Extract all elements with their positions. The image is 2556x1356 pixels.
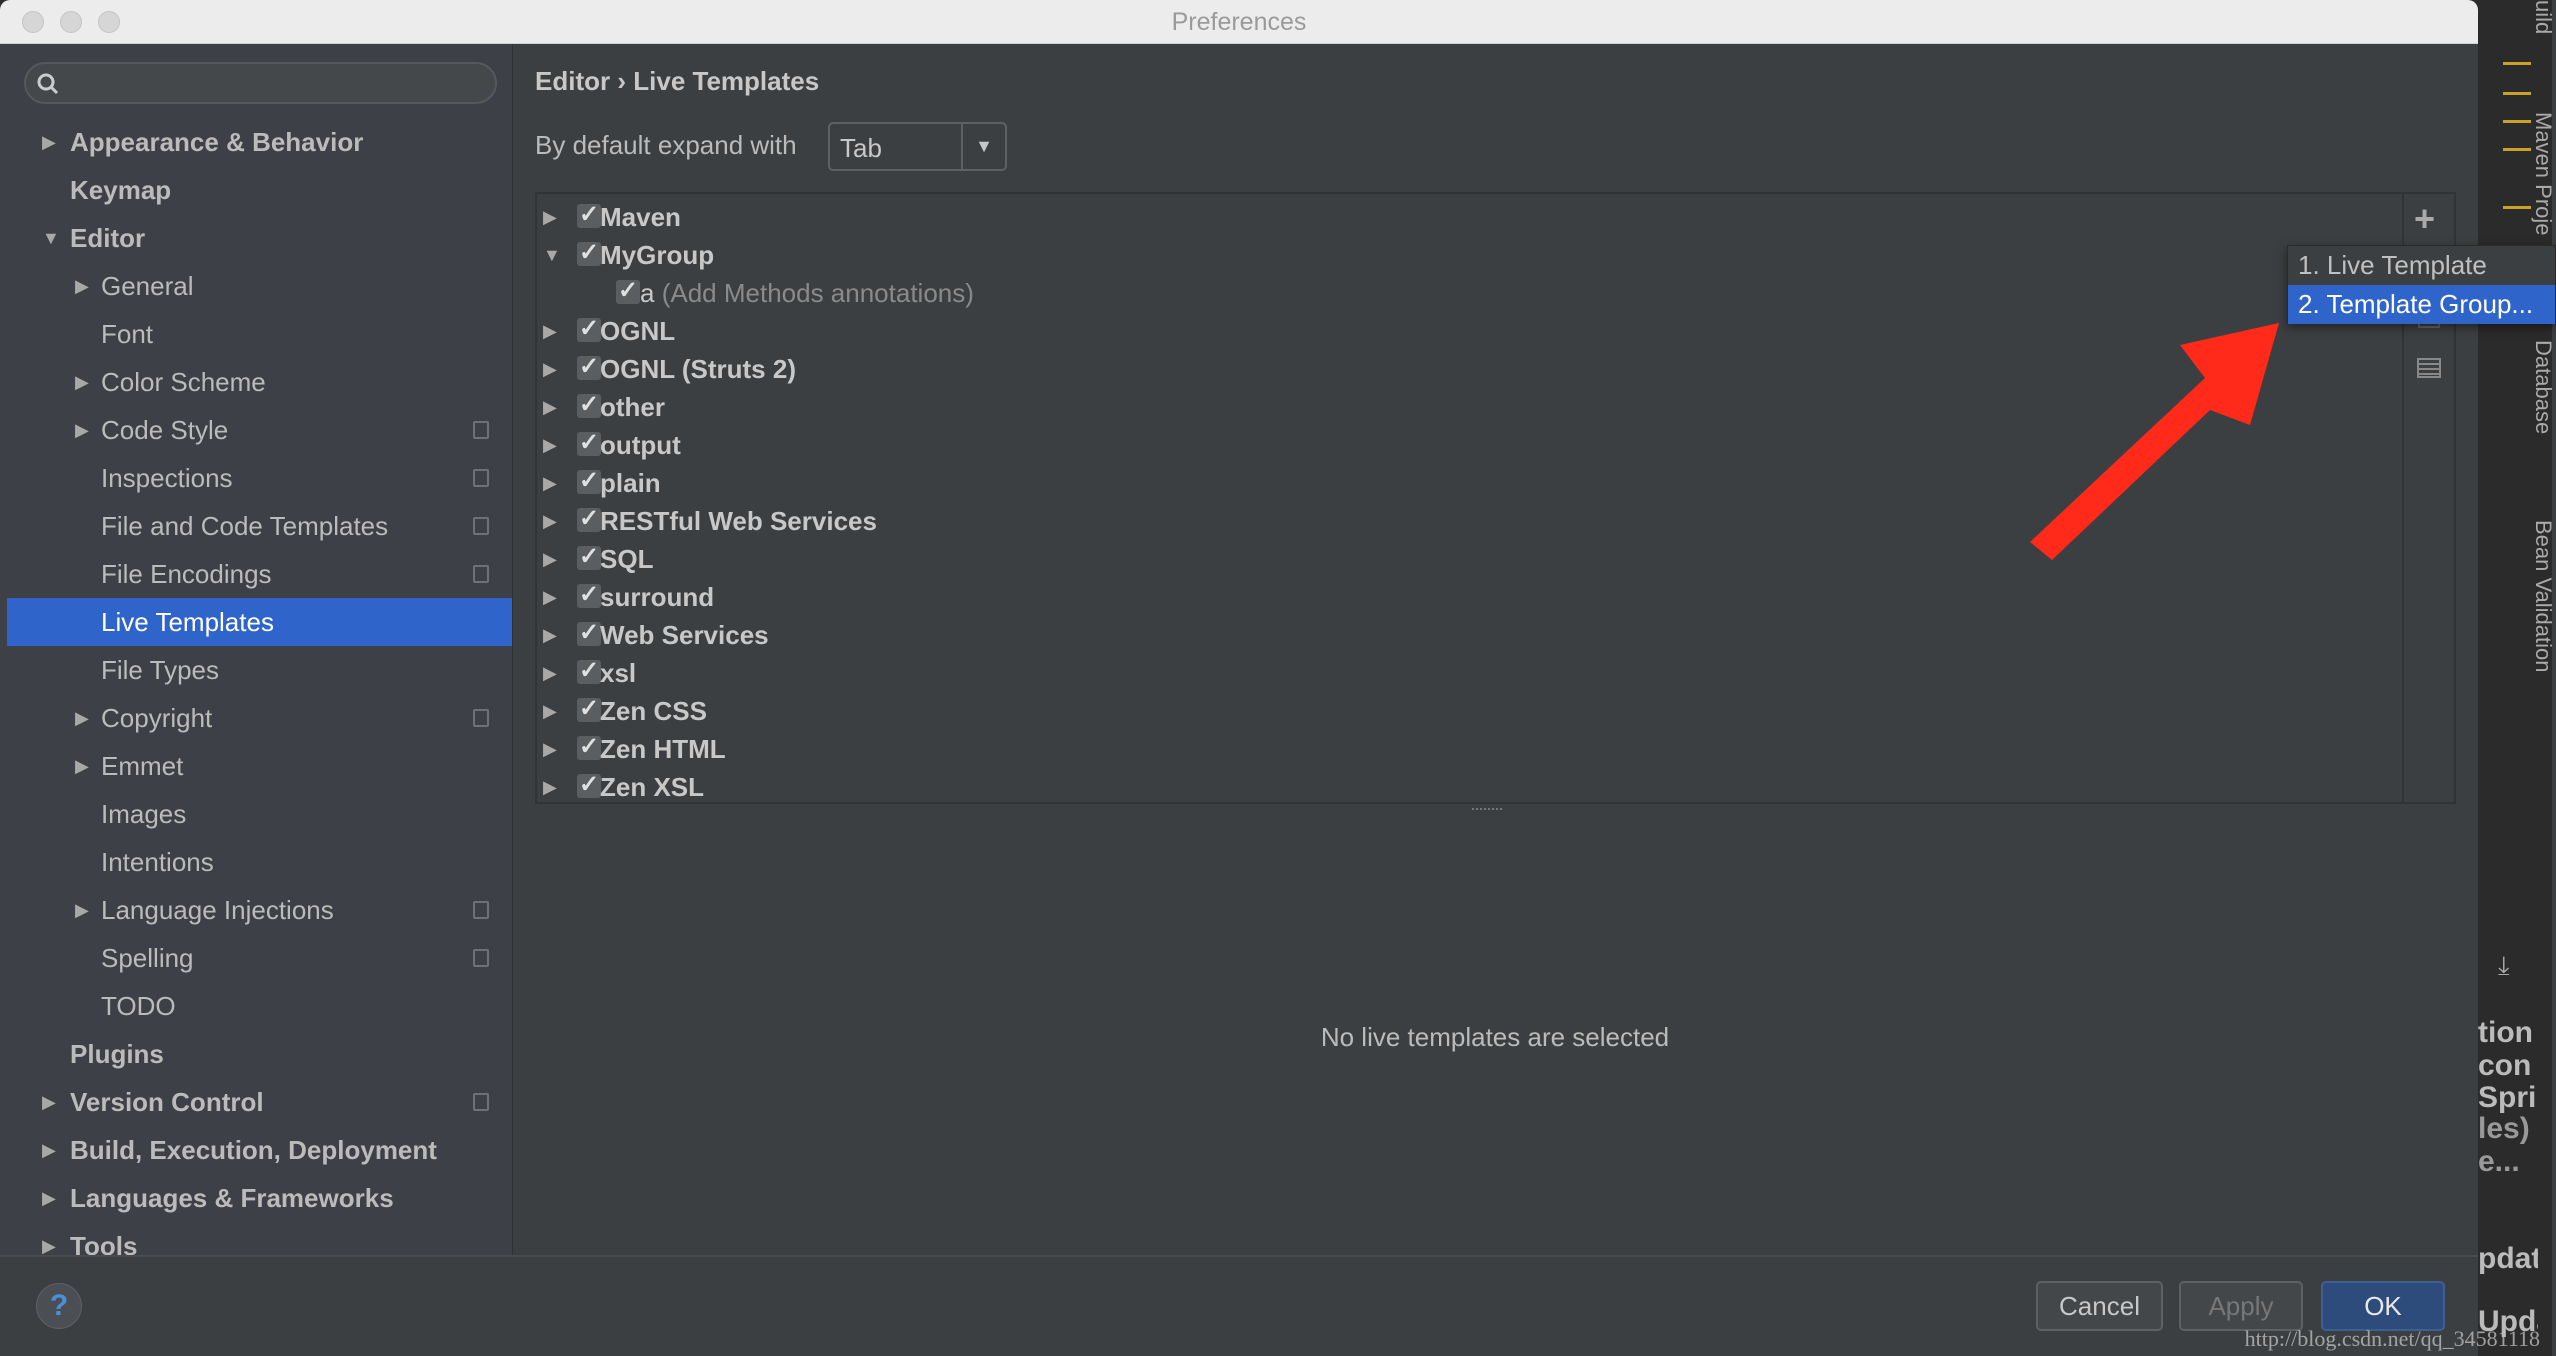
annotation-arrow	[2030, 323, 2279, 560]
red-arrow-icon	[2030, 323, 2279, 560]
watermark: http://blog.csdn.net/qq_34581118	[2244, 1326, 2540, 1351]
